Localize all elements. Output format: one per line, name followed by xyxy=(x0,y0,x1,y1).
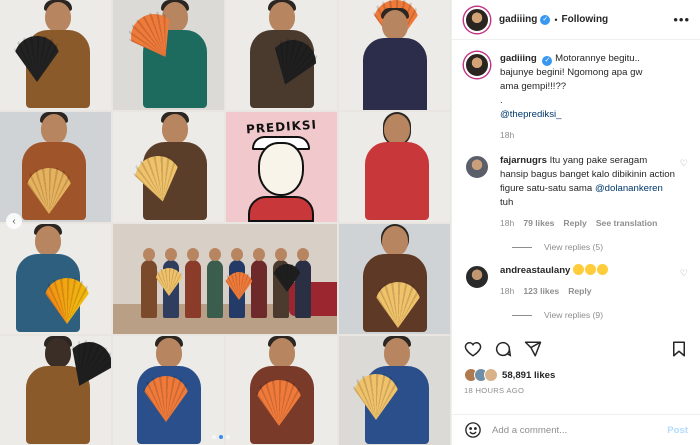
reply-button[interactable]: Reply xyxy=(568,284,591,298)
post-header: gadiiing ✓ • Following ••• xyxy=(452,0,700,40)
emoji-icon[interactable] xyxy=(464,421,482,439)
separator-dot: • xyxy=(554,14,558,25)
grinning-sweat-emoji-icon xyxy=(597,264,609,275)
bookmark-icon[interactable] xyxy=(670,340,688,358)
replies-divider xyxy=(512,314,532,316)
carousel-dot-active xyxy=(219,435,223,439)
carousel-dot xyxy=(226,435,230,439)
see-translation-button[interactable]: See translation xyxy=(596,216,658,230)
comment-heart-icon[interactable]: ♡ xyxy=(680,268,688,279)
photo-tile xyxy=(113,112,224,222)
following-button[interactable]: Following xyxy=(562,14,609,25)
comment-heart-icon[interactable]: ♡ xyxy=(680,158,688,169)
caption: gadiiing ✓ Motorannye begitu.. bajunye b… xyxy=(464,52,688,142)
photo-tile xyxy=(0,224,111,334)
heart-icon[interactable] xyxy=(464,340,482,358)
prediksi-title: PREDIKSI xyxy=(245,117,318,137)
comment-time: 18h xyxy=(500,218,515,228)
commenter-avatar[interactable] xyxy=(464,264,490,290)
view-replies-label: View replies (9) xyxy=(544,310,604,320)
grinning-sweat-emoji-icon xyxy=(585,264,597,275)
comment-item: andreastaulany 18h 123 likes Reply ♡ xyxy=(464,264,688,298)
comment-icon[interactable] xyxy=(494,340,512,358)
photo-tile xyxy=(0,336,111,445)
caption-username[interactable]: gadiiing xyxy=(500,53,537,64)
comment-username[interactable]: andreastaulany xyxy=(500,265,570,276)
post-actions xyxy=(464,340,688,358)
caption-line: bajunye begini! Ngomong apa gw xyxy=(500,67,643,78)
comment-username[interactable]: fajarnugrs xyxy=(500,155,547,166)
photo-tile xyxy=(339,112,450,222)
post-comment-button[interactable]: Post xyxy=(667,425,688,436)
replies-divider xyxy=(512,246,532,248)
likes-count[interactable]: 58,891 likes xyxy=(502,370,555,381)
grinning-sweat-emoji-icon xyxy=(573,264,585,275)
photo-tile xyxy=(339,0,450,110)
liker-avatar xyxy=(484,368,498,382)
comment-likes[interactable]: 79 likes xyxy=(523,216,554,230)
likes-summary[interactable]: 58,891 likes xyxy=(464,368,555,382)
caption-line: Motorannye begitu.. xyxy=(555,53,640,64)
post-media-carousel[interactable]: PREDIKSI ‹ xyxy=(0,0,451,445)
photo-tile xyxy=(0,0,111,110)
photo-tile xyxy=(226,336,337,445)
comment-likes[interactable]: 123 likes xyxy=(523,284,559,298)
reply-button[interactable]: Reply xyxy=(563,216,586,230)
carousel-dot xyxy=(212,435,216,439)
comments-list[interactable]: gadiiing ✓ Motorannye begitu.. bajunye b… xyxy=(452,40,700,332)
view-replies-button[interactable]: View replies (9) xyxy=(512,310,688,320)
commenter-avatar[interactable] xyxy=(464,154,490,180)
photo-tile xyxy=(113,0,224,110)
prediksi-illustration: PREDIKSI xyxy=(226,112,337,222)
view-replies-button[interactable]: View replies (5) xyxy=(512,242,688,252)
view-replies-label: View replies (5) xyxy=(544,242,604,252)
author-avatar[interactable] xyxy=(464,52,490,78)
comment-text-tail: tuh xyxy=(500,197,514,208)
comment-item: fajarnugrs Itu yang pake seragam hansip … xyxy=(464,154,688,230)
chevron-left-icon[interactable]: ‹ xyxy=(6,213,22,229)
verified-icon: ✓ xyxy=(540,14,551,25)
add-comment-input[interactable] xyxy=(492,424,668,436)
photo-tile xyxy=(339,224,450,334)
comment-time: 18h xyxy=(500,286,515,296)
add-comment-bar: Post xyxy=(452,414,700,445)
photo-tile xyxy=(226,0,337,110)
author-username[interactable]: gadiiing xyxy=(499,14,537,25)
verified-icon: ✓ xyxy=(542,56,553,66)
group-photo-tile xyxy=(113,224,337,334)
caption-time: 18h xyxy=(500,130,515,140)
more-icon[interactable]: ••• xyxy=(673,12,690,27)
caption-mention-link[interactable]: @theprediksi_ xyxy=(500,109,561,120)
photo-tile xyxy=(339,336,450,445)
instagram-post-viewer: PREDIKSI ‹ gadiiing ✓ • Following ••• ga… xyxy=(0,0,700,445)
post-time-ago: 18 HOURS AGO xyxy=(464,386,525,395)
post-side-panel: gadiiing ✓ • Following ••• gadiiing ✓ Mo… xyxy=(451,0,700,445)
carousel-dots xyxy=(212,435,230,439)
photo-tile xyxy=(0,112,111,222)
photo-collage: PREDIKSI xyxy=(0,0,451,445)
caption-line: . xyxy=(500,95,503,106)
caption-line: ama gempi!!!?? xyxy=(500,81,567,92)
photo-tile xyxy=(113,336,224,445)
author-avatar[interactable] xyxy=(464,6,490,33)
share-icon[interactable] xyxy=(524,340,542,358)
comment-mention-link[interactable]: @dolanankeren xyxy=(595,183,663,194)
